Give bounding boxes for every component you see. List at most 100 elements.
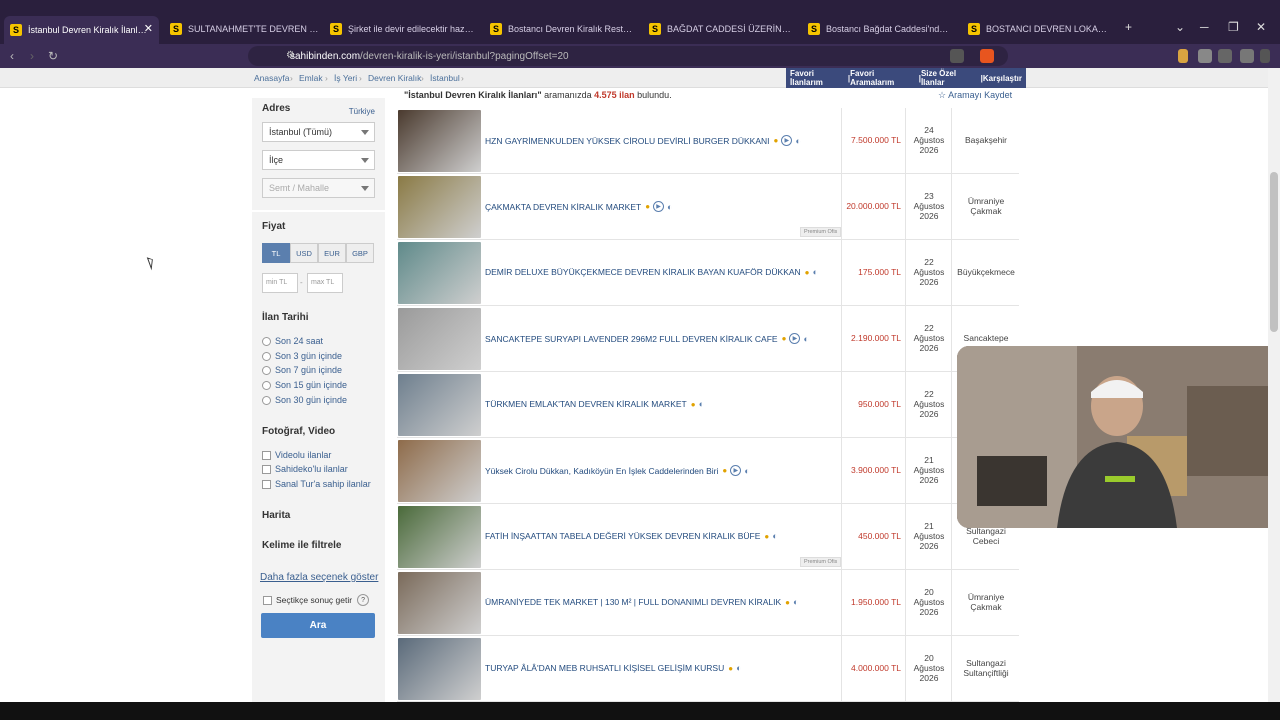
close-icon[interactable]: ✕ <box>144 22 153 35</box>
listing-date-day: 21 <box>924 521 934 531</box>
wallet-icon[interactable] <box>1240 49 1254 63</box>
listing-row[interactable]: TURYAP ÂLÂ'DAN MEB RUHSATLI KİŞİSEL GELİ… <box>397 636 1019 702</box>
district-select[interactable]: İlçe <box>262 150 375 170</box>
date-option-30d[interactable]: Son 30 gün içinde <box>262 395 347 405</box>
map-filter[interactable]: Harita <box>262 510 290 521</box>
listing-location-secondary: Çakmak <box>970 602 1002 612</box>
listing-row[interactable]: DEMİR DELUXE BÜYÜKÇEKMECE DEVREN KİRALIK… <box>397 240 1019 306</box>
listing-date-day: 22 <box>924 257 934 267</box>
tab-sultanahmet[interactable]: S SULTANAHMET'TE DEVREN KİRALIK <box>170 18 320 40</box>
tab-bostanci-restoran[interactable]: S Bostancı Devren Kiralık Restoran & <box>490 18 635 40</box>
date-option-3d[interactable]: Son 3 gün içinde <box>262 351 342 361</box>
listing-price: 950.000 TL <box>858 399 901 409</box>
date-option-label: Son 24 saat <box>275 336 324 346</box>
scrollbar-thumb[interactable] <box>1270 172 1278 332</box>
listing-date-day: 23 <box>924 191 934 201</box>
keyword-filter[interactable]: Kelime ile filtrele <box>262 540 341 551</box>
listing-row[interactable]: SANCAKTEPE SURYAPI LAVENDER 296M2 FULL D… <box>397 306 1019 372</box>
listing-title-link[interactable]: SANCAKTEPE SURYAPI LAVENDER 296M2 FULL D… <box>485 333 809 344</box>
chevron-down-icon[interactable]: ⌄ <box>1175 20 1185 34</box>
listing-row[interactable]: FATİH İNŞAATTAN TABELA DEĞERİ YÜKSEK DEV… <box>397 504 1019 570</box>
sidebar-icon[interactable] <box>1218 49 1232 63</box>
translate-icon[interactable] <box>950 49 964 63</box>
tab-bagdat-caddesi[interactable]: S BAĞDAT CADDESİ ÜZERİNDE DEVR <box>649 18 794 40</box>
save-search-link[interactable]: ☆ Aramayı Kaydet <box>938 90 1012 101</box>
tab-sirket-devir[interactable]: S Şirket ile devir edilecektir hazır müş <box>330 18 475 40</box>
listing-title-link[interactable]: ÜMRANİYEDE TEK MARKET | 130 M² | FULL DO… <box>485 597 798 607</box>
media-option-virtual-tour[interactable]: Sanal Tur'a sahip ilanlar <box>262 479 371 489</box>
search-button[interactable]: Ara <box>261 613 375 638</box>
listing-thumbnail[interactable] <box>398 440 481 502</box>
tab-istanbul-devren[interactable]: S İstanbul Devren Kiralık İlanları - ✕ <box>4 16 159 44</box>
listing-title-link[interactable]: TURYAP ÂLÂ'DAN MEB RUHSATLI KİŞİSEL GELİ… <box>485 663 742 673</box>
listing-thumbnail[interactable] <box>398 638 481 700</box>
breadcrumb-home[interactable]: Anasayfa <box>254 73 289 83</box>
reload-icon[interactable]: ↻ <box>48 49 58 63</box>
listing-thumbnail[interactable] <box>398 572 481 634</box>
breadcrumb-devren-kiralik[interactable]: Devren Kiralık <box>368 73 421 83</box>
maximize-icon[interactable]: ❐ <box>1228 20 1239 34</box>
url-field[interactable]: sahibinden.com /devren-kiralik-is-yeri/i… <box>248 46 1008 66</box>
max-price-input[interactable]: max TL <box>307 273 343 293</box>
favorite-listings-link[interactable]: Favori İlanlarım <box>790 69 848 87</box>
listing-thumbnail[interactable] <box>398 308 481 370</box>
listing-thumbnail[interactable] <box>398 242 481 304</box>
currency-tl[interactable]: TL <box>262 243 290 263</box>
photo-badge-icon: ● <box>804 267 810 277</box>
currency-gbp[interactable]: GBP <box>346 243 374 263</box>
city-select[interactable]: İstanbul (Tümü) <box>262 122 375 142</box>
listing-title-link[interactable]: ÇAKMAKTA DEVREN KİRALIK MARKET ● ▶ ◐ <box>485 201 672 212</box>
listing-row[interactable]: HZN GAYRİMENKULDEN YÜKSEK CİROLU DEVİRLİ… <box>397 108 1019 174</box>
currency-eur[interactable]: EUR <box>318 243 346 263</box>
more-options-link[interactable]: Daha fazla seçenek göster <box>260 572 378 583</box>
webcam-person-image <box>957 346 1280 528</box>
special-listings-link[interactable]: Size Özel İlanlar <box>921 69 981 87</box>
breadcrumb-emlak[interactable]: Emlak <box>299 73 323 83</box>
listing-thumbnail[interactable] <box>398 506 481 568</box>
listing-row[interactable]: ÜMRANİYEDE TEK MARKET | 130 M² | FULL DO… <box>397 570 1019 636</box>
currency-usd[interactable]: USD <box>290 243 318 263</box>
listing-thumbnail[interactable] <box>398 176 481 238</box>
breadcrumb-isyeri[interactable]: İş Yeri <box>334 73 357 83</box>
listing-row[interactable]: TÜRKMEN EMLAK'TAN DEVREN KİRALIK MARKET ●… <box>397 372 1019 438</box>
back-icon[interactable]: ‹ <box>10 49 14 63</box>
listing-title-link[interactable]: Yüksek Cirolu Dükkan, Kadıköyün En İşlek… <box>485 465 750 476</box>
tab-bostanci-lokanta[interactable]: S BOSTANCI DEVREN LOKANTA | 65 Y <box>968 18 1113 40</box>
listing-price: 7.500.000 TL <box>851 135 901 145</box>
media-option-label: Sanal Tur'a sahip ilanlar <box>275 479 371 489</box>
forward-icon[interactable]: › <box>30 49 34 63</box>
media-option-sahideko[interactable]: Sahideko'lu ilanlar <box>262 464 348 474</box>
date-option-7d[interactable]: Son 7 gün içinde <box>262 365 342 375</box>
breadcrumb-istanbul[interactable]: İstanbul <box>430 73 460 83</box>
listing-row[interactable]: ÇAKMAKTA DEVREN KİRALIK MARKET ● ▶ ◐ 20.000.… <box>397 174 1019 240</box>
listing-title-link[interactable]: DEMİR DELUXE BÜYÜKÇEKMECE DEVREN KİRALIK… <box>485 267 818 277</box>
puzzle-icon[interactable] <box>1198 49 1212 63</box>
listing-date-year: 2026 <box>919 607 939 617</box>
help-icon[interactable]: ? <box>357 594 370 606</box>
media-option-video[interactable]: Videolu ilanlar <box>262 450 331 460</box>
compare-link[interactable]: Karşılaştır <box>983 74 1022 83</box>
neighborhood-select[interactable]: Semt / Mahalle <box>262 178 375 198</box>
tab-bostanci-bagdat[interactable]: S Bostancı Bağdat Caddesi'nde Yüksı <box>808 18 953 40</box>
listing-thumbnail[interactable] <box>398 374 481 436</box>
listing-title-link[interactable]: HZN GAYRİMENKULDEN YÜKSEK CİROLU DEVİRLİ… <box>485 135 801 146</box>
listing-thumbnail[interactable] <box>398 110 481 172</box>
listing-title-link[interactable]: TÜRKMEN EMLAK'TAN DEVREN KİRALIK MARKET ●… <box>485 399 704 409</box>
instant-results-checkbox[interactable]: Seçtikçe sonuç getir? <box>263 594 370 606</box>
date-option-24h[interactable]: Son 24 saat <box>262 336 323 346</box>
brave-shield-icon[interactable] <box>980 49 994 63</box>
date-option-15d[interactable]: Son 15 gün içinde <box>262 380 347 390</box>
new-tab-icon[interactable]: + <box>1125 20 1132 34</box>
extension-icon[interactable] <box>1178 49 1188 63</box>
address-title: Adres <box>262 103 291 114</box>
site-settings-icon[interactable]: ⚙ <box>286 50 295 61</box>
listing-title-link[interactable]: FATİH İNŞAATTAN TABELA DEĞERİ YÜKSEK DEV… <box>485 531 778 541</box>
window-close-icon[interactable]: ✕ <box>1256 20 1266 34</box>
country-link[interactable]: Türkiye <box>349 107 375 116</box>
favorite-searches-link[interactable]: Favori Aramalarım <box>850 69 919 87</box>
min-price-input[interactable]: min TL <box>262 273 298 293</box>
minimize-icon[interactable]: ─ <box>1200 20 1209 34</box>
page-scrollbar[interactable] <box>1268 68 1280 702</box>
menu-icon[interactable] <box>1260 49 1270 63</box>
listing-row[interactable]: Yüksek Cirolu Dükkan, Kadıköyün En İşlek… <box>397 438 1019 504</box>
